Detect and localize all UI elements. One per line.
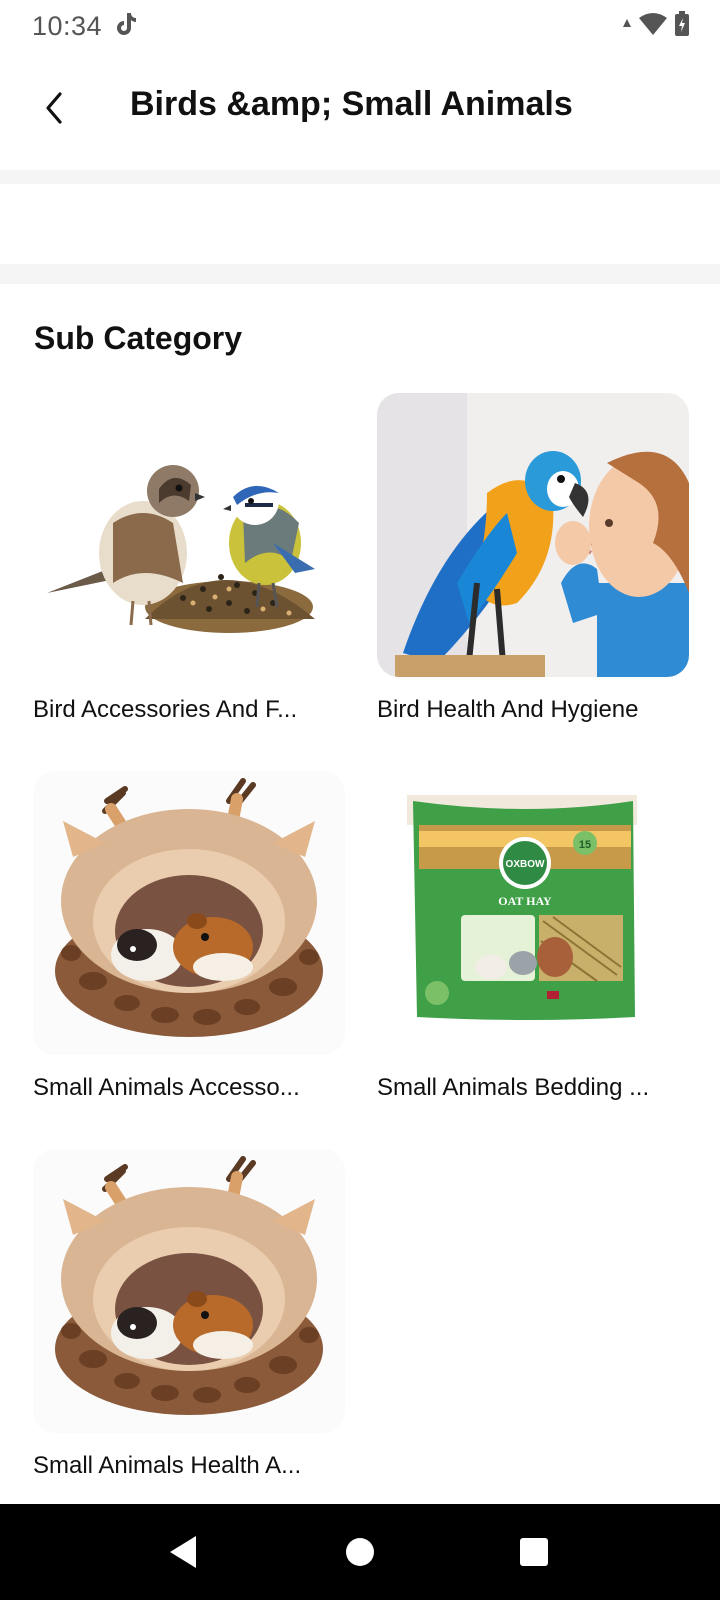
subcategory-label: Small Animals Bedding ... <box>377 1074 650 1101</box>
back-triangle-icon <box>170 1536 196 1568</box>
recents-square-icon <box>520 1538 548 1566</box>
wifi-icon <box>638 12 668 41</box>
subcategory-label: Bird Accessories And F... <box>33 696 298 723</box>
system-nav-bar <box>0 1504 720 1600</box>
subcategory-label: Small Animals Health A... <box>33 1452 302 1479</box>
divider <box>0 170 720 184</box>
subcategory-image-macaw <box>377 393 689 677</box>
subcategory-image-oat-hay: OXBOW 15 OAT HAY <box>377 771 689 1055</box>
status-left: 10:34 <box>32 11 138 42</box>
status-bar: 10:34 <box>0 0 720 52</box>
hay-product: OAT HAY <box>498 894 552 908</box>
subcategory-card-small-animals-health[interactable]: Small Animals Health A... <box>33 1149 345 1481</box>
subcategory-image-guinea-pig-bed <box>33 1149 345 1433</box>
signal-icon <box>622 17 632 35</box>
subcategory-image-sparrows <box>33 393 345 677</box>
subcategory-card-small-animals-bedding[interactable]: OXBOW 15 OAT HAY Small Animals Bedding .… <box>377 771 689 1103</box>
hay-brand: OXBOW <box>506 859 545 870</box>
subcategory-image-guinea-pig-bed <box>33 771 345 1055</box>
subcategory-label: Small Animals Accesso... <box>33 1074 300 1101</box>
status-right <box>622 10 690 42</box>
nav-back-button[interactable] <box>166 1532 206 1572</box>
page-title: Birds &amp; Small Animals <box>130 85 573 123</box>
subcategory-card-small-animals-accessories[interactable]: Small Animals Accesso... <box>33 771 345 1103</box>
tiktok-icon <box>114 11 138 42</box>
app-bar: Birds &amp; Small Animals <box>0 52 720 166</box>
back-button[interactable] <box>28 82 80 134</box>
nav-recents-button[interactable] <box>514 1532 554 1572</box>
divider <box>0 264 720 284</box>
section-title: Sub Category <box>34 320 243 356</box>
hay-weight: 15 <box>579 839 591 851</box>
status-time: 10:34 <box>32 10 103 41</box>
battery-icon <box>674 10 690 42</box>
screen: 10:34 Birds &amp; Small Animals Sub Cate… <box>0 0 720 1600</box>
subcategory-card-bird-accessories[interactable]: Bird Accessories And F... <box>33 393 345 725</box>
home-circle-icon <box>346 1538 374 1566</box>
subcategory-label: Bird Health And Hygiene <box>377 696 639 723</box>
subcategory-card-bird-health[interactable]: Bird Health And Hygiene <box>377 393 689 725</box>
nav-home-button[interactable] <box>340 1532 380 1572</box>
chevron-left-icon <box>46 92 62 124</box>
